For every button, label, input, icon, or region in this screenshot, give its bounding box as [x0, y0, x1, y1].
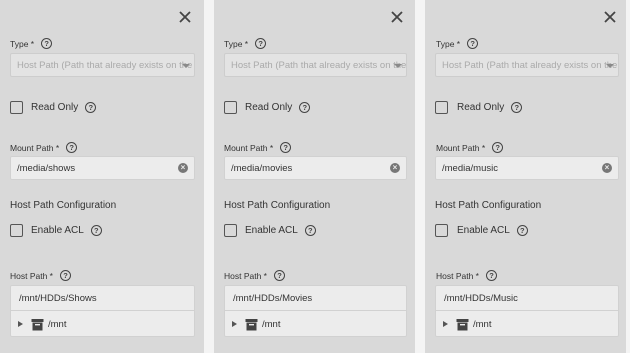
host-path-label: Host Path * ? [224, 270, 285, 281]
host-path-config-title: Host Path Configuration [224, 200, 331, 211]
mount-path-input[interactable]: /media/shows × [10, 156, 195, 180]
help-icon[interactable]: ? [255, 38, 267, 49]
type-label: Type * ? [224, 38, 267, 49]
type-label: Type * ? [10, 38, 53, 49]
dataset-icon [245, 318, 258, 330]
help-icon[interactable]: ? [60, 270, 71, 281]
close-icon[interactable] [389, 9, 405, 25]
type-label-text: Type * [10, 38, 35, 49]
type-label: Type * ? [436, 38, 479, 49]
caret-down-icon [182, 64, 190, 68]
help-icon[interactable]: ? [299, 102, 311, 113]
type-label-text: Type * [436, 38, 461, 49]
read-only-label: Read Only ? [31, 102, 97, 113]
mount-panel-3: Type * ? Host Path (Path that already ex… [425, 0, 626, 353]
tree-node-label: /mnt [473, 318, 492, 330]
read-only-checkbox[interactable] [435, 101, 448, 114]
read-only-label: Read Only ? [457, 102, 523, 113]
type-label-text: Type * [224, 38, 249, 49]
mount-path-label-text: Mount Path * [436, 142, 486, 153]
mount-path-input[interactable]: /media/movies × [224, 156, 407, 180]
tree-node-mnt[interactable]: /mnt [11, 311, 194, 337]
enable-acl-label-text: Enable ACL [245, 225, 298, 236]
help-icon[interactable]: ? [304, 225, 316, 236]
enable-acl-checkbox[interactable] [10, 224, 23, 237]
host-path-label-text: Host Path * [436, 270, 479, 281]
read-only-label: Read Only ? [245, 102, 311, 113]
help-icon[interactable]: ? [516, 225, 528, 236]
enable-acl-label: Enable ACL ? [31, 225, 102, 236]
help-icon[interactable]: ? [511, 102, 523, 113]
tree-node-mnt[interactable]: /mnt [225, 311, 406, 337]
tree-expand-icon[interactable] [232, 321, 237, 327]
type-select[interactable]: Host Path (Path that already exists on t… [10, 53, 195, 77]
enable-acl-label: Enable ACL ? [245, 225, 316, 236]
help-icon[interactable]: ? [41, 38, 53, 49]
tree-node-label: /mnt [262, 318, 281, 330]
mount-path-label: Mount Path * ? [436, 142, 504, 153]
host-path-label: Host Path * ? [10, 270, 71, 281]
clear-icon[interactable]: × [602, 163, 612, 173]
type-select[interactable]: Host Path (Path that already exists on t… [224, 53, 407, 77]
type-select[interactable]: Host Path (Path that already exists on t… [435, 53, 619, 77]
clear-icon[interactable]: × [178, 163, 188, 173]
caret-down-icon [394, 64, 402, 68]
type-select-value: Host Path (Path that already exists on t… [17, 60, 193, 71]
mount-path-label-text: Mount Path * [224, 142, 274, 153]
host-path-input[interactable]: /mnt/HDDs/Movies [225, 286, 406, 311]
host-path-input[interactable]: /mnt/HDDs/Shows [11, 286, 194, 311]
mount-panel-2: Type * ? Host Path (Path that already ex… [214, 0, 415, 353]
tree-expand-icon[interactable] [18, 321, 23, 327]
mount-path-label: Mount Path * ? [224, 142, 292, 153]
help-icon[interactable]: ? [280, 142, 292, 153]
help-icon[interactable]: ? [486, 270, 497, 281]
read-only-label-text: Read Only [31, 102, 79, 113]
host-path-explorer: /mnt/HDDs/Music /mnt [435, 285, 619, 337]
close-icon[interactable] [177, 9, 193, 25]
enable-acl-label: Enable ACL ? [457, 225, 528, 236]
help-icon[interactable]: ? [274, 270, 285, 281]
mount-path-label-text: Mount Path * [10, 142, 60, 153]
enable-acl-label-text: Enable ACL [457, 225, 510, 236]
enable-acl-checkbox[interactable] [224, 224, 237, 237]
read-only-checkbox[interactable] [10, 101, 23, 114]
mount-path-input[interactable]: /media/music × [435, 156, 619, 180]
mount-path-value: /media/music [442, 163, 498, 174]
help-icon[interactable]: ? [85, 102, 97, 113]
help-icon[interactable]: ? [492, 142, 504, 153]
host-path-label-text: Host Path * [224, 270, 267, 281]
mount-panel-1: Type * ? Host Path (Path that already ex… [0, 0, 204, 353]
host-path-config-title: Host Path Configuration [435, 200, 542, 211]
caret-down-icon [606, 64, 614, 68]
help-icon[interactable]: ? [66, 142, 78, 153]
enable-acl-checkbox[interactable] [435, 224, 448, 237]
help-icon[interactable]: ? [90, 225, 102, 236]
read-only-checkbox[interactable] [224, 101, 237, 114]
enable-acl-label-text: Enable ACL [31, 225, 84, 236]
dataset-icon [31, 318, 44, 330]
clear-icon[interactable]: × [390, 163, 400, 173]
host-path-label-text: Host Path * [10, 270, 53, 281]
host-path-input[interactable]: /mnt/HDDs/Music [436, 286, 618, 311]
tree-node-mnt[interactable]: /mnt [436, 311, 618, 337]
mount-path-value: /media/shows [17, 163, 76, 174]
help-icon[interactable]: ? [467, 38, 479, 49]
read-only-label-text: Read Only [457, 102, 505, 113]
type-select-value: Host Path (Path that already exists on t… [231, 60, 407, 71]
mount-path-label: Mount Path * ? [10, 142, 78, 153]
mount-path-value: /media/movies [231, 163, 293, 174]
host-path-explorer: /mnt/HDDs/Movies /mnt [224, 285, 407, 337]
dataset-icon [456, 318, 469, 330]
tree-node-label: /mnt [48, 318, 67, 330]
host-path-label: Host Path * ? [436, 270, 497, 281]
host-path-config-title: Host Path Configuration [10, 200, 117, 211]
read-only-label-text: Read Only [245, 102, 293, 113]
close-icon[interactable] [602, 9, 618, 25]
host-path-explorer: /mnt/HDDs/Shows /mnt [10, 285, 195, 337]
type-select-value: Host Path (Path that already exists on t… [442, 60, 618, 71]
tree-expand-icon[interactable] [443, 321, 448, 327]
